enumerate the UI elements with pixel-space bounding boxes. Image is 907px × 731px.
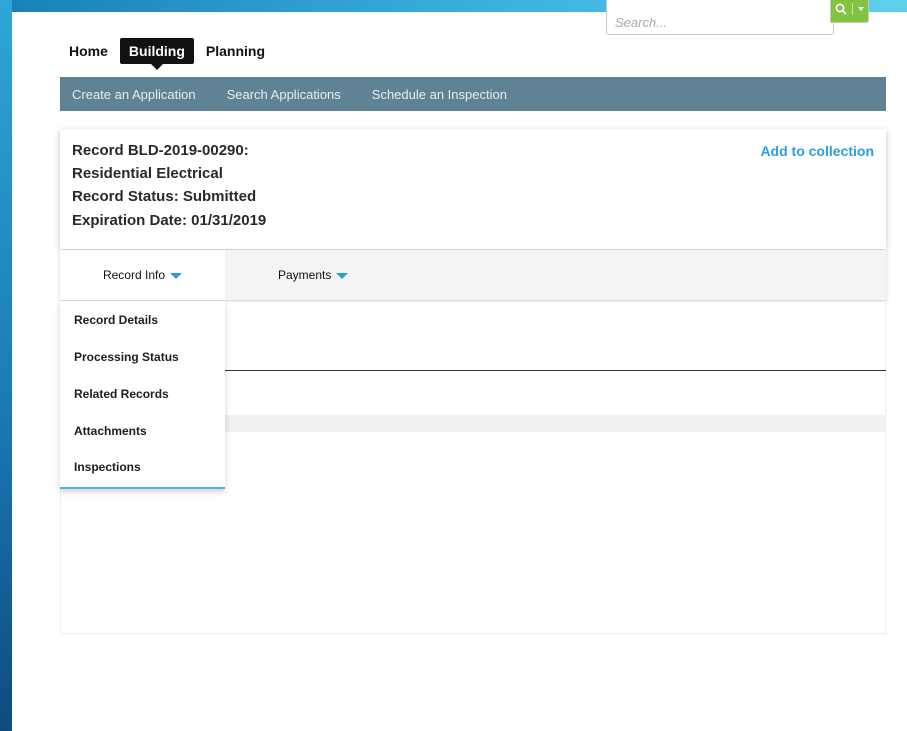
subnav-schedule-inspection[interactable]: Schedule an Inspection [360, 87, 519, 102]
menu-item-inspections[interactable]: Inspections [74, 460, 141, 474]
chevron-down-icon[interactable] [858, 7, 864, 11]
nav-planning[interactable]: Planning [197, 38, 274, 64]
record-type: Residential Electrical [72, 165, 223, 182]
record-info-dropdown-menu: Record Details Processing Status Related… [60, 301, 225, 489]
add-to-collection-link[interactable]: Add to collection [760, 143, 874, 159]
caret-down-icon [170, 273, 183, 279]
tab-payments[interactable]: Payments [278, 250, 349, 300]
search-icon [835, 3, 847, 15]
record-number: Record BLD-2019-00290: [72, 142, 249, 159]
caret-down-icon [336, 273, 349, 279]
menu-item-related-records[interactable]: Related Records [74, 387, 169, 401]
nav-building-label: Building [128, 43, 185, 59]
record-expiration: Expiration Date: 01/31/2019 [72, 212, 267, 229]
tab-record-info-label: Record Info [102, 268, 166, 282]
menu-item-processing-status[interactable]: Processing Status [74, 350, 179, 364]
search-area [606, 0, 882, 37]
nav-home[interactable]: Home [60, 38, 117, 64]
record-tab-bar: Record Info Payments [60, 250, 886, 300]
search-button[interactable] [830, 0, 869, 23]
tab-payments-label: Payments [278, 268, 332, 282]
subnav-search-applications[interactable]: Search Applications [215, 87, 353, 102]
menu-item-record-details[interactable]: Record Details [74, 313, 158, 327]
active-pointer-icon [150, 64, 163, 70]
record-status: Record Status: Submitted [72, 188, 257, 205]
search-input[interactable] [606, 0, 834, 35]
sub-navigation: Create an Application Search Application… [60, 77, 886, 111]
tab-record-info[interactable]: Record Info [60, 250, 225, 300]
window-frame-left [0, 0, 12, 731]
nav-building[interactable]: Building [119, 38, 194, 70]
top-navigation: Home Building Planning [60, 35, 277, 70]
page: Home Building Planning Create an Applica… [12, 0, 907, 731]
search-button-divider [852, 3, 853, 15]
menu-item-attachments[interactable]: Attachments [74, 424, 147, 438]
subnav-create-application[interactable]: Create an Application [60, 87, 208, 102]
record-header-card: Record BLD-2019-00290: Residential Elect… [60, 129, 886, 249]
